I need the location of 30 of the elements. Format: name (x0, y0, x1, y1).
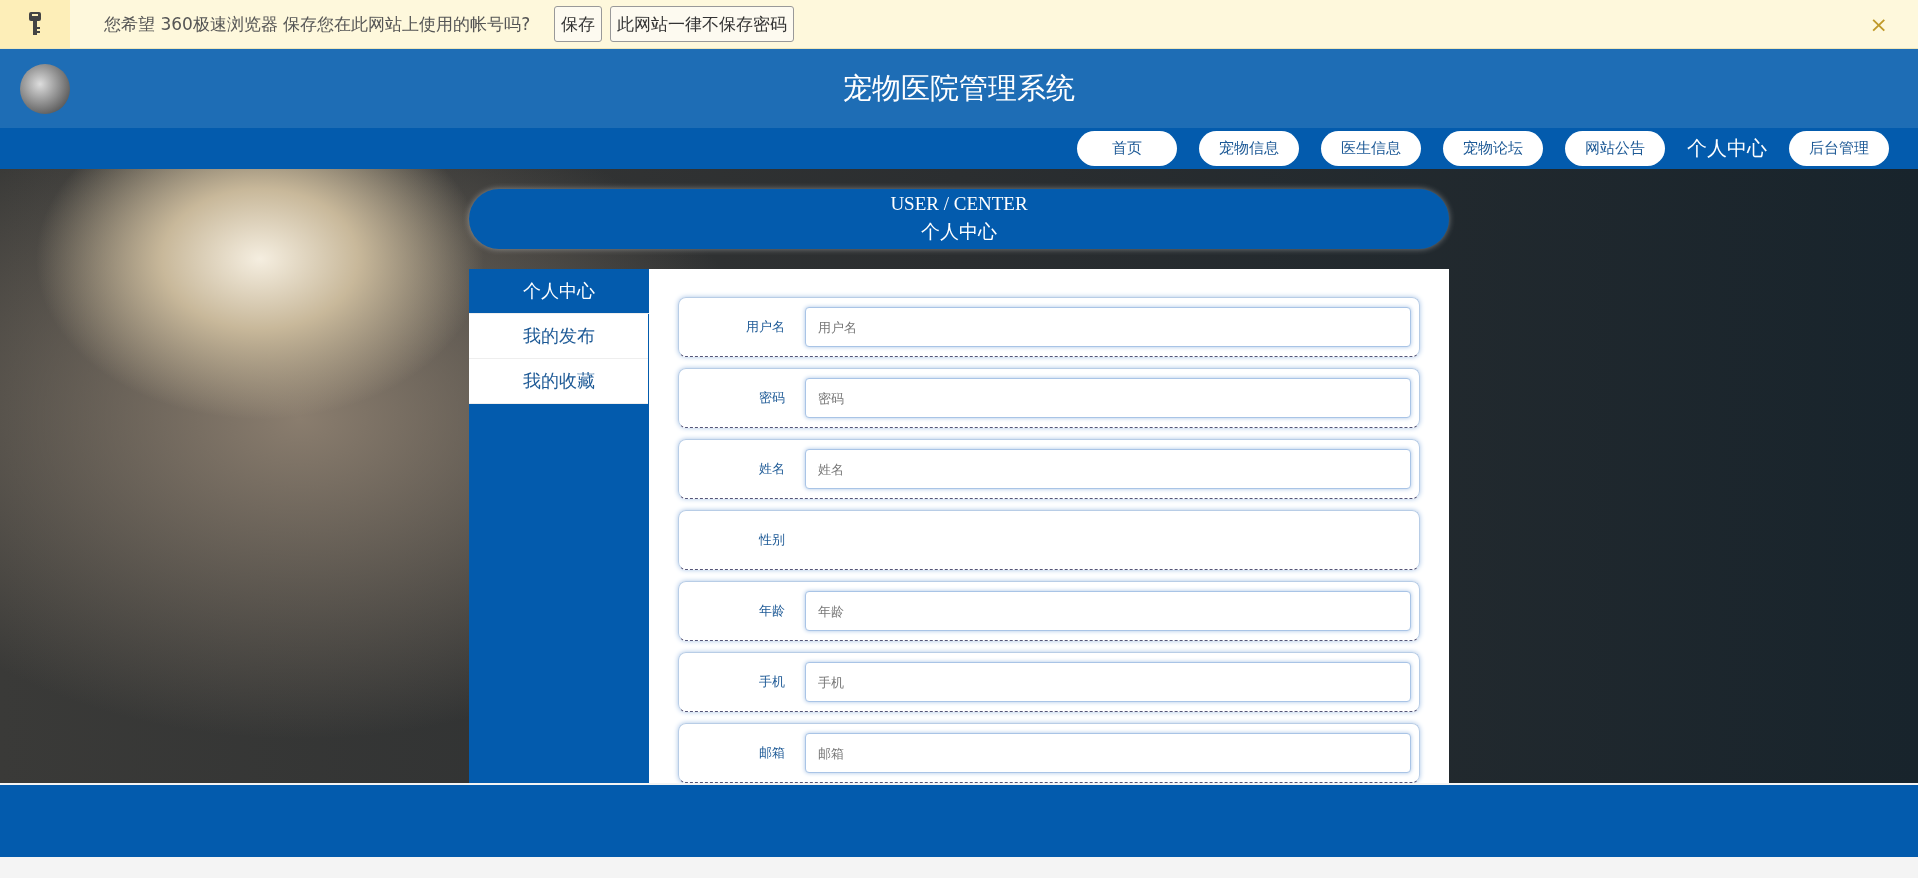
input-field[interactable]: 用户名 (805, 307, 1411, 347)
field-label: 密码 (758, 389, 785, 407)
field-label: 性别 (758, 531, 785, 549)
input-field[interactable]: 密码 (805, 378, 1411, 418)
field-label: 手机 (758, 673, 785, 691)
never-save-button[interactable]: 此网站一律不保存密码 (610, 6, 795, 42)
field-label: 姓名 (758, 460, 785, 478)
site-title: 宠物医院管理系统 (843, 69, 1075, 107)
save-prompt-text: 您希望 360极速浏览器 保存您在此网站上使用的帐号吗? (104, 12, 531, 36)
field-label: 邮箱 (758, 744, 785, 762)
key-icon (28, 11, 42, 37)
sidebar-item[interactable]: 我的收藏 (469, 359, 648, 404)
nav-link[interactable]: 网站公告 (1565, 131, 1665, 166)
logo-avatar (20, 64, 70, 114)
banner-subtitle: 个人中心 (921, 220, 997, 244)
nav-link[interactable]: 宠物论坛 (1443, 131, 1543, 166)
banner-title: USER / CENTER (890, 193, 1028, 215)
sidebar-item[interactable]: 我的发布 (469, 314, 648, 359)
save-button[interactable]: 保存 (554, 6, 603, 42)
nav-link[interactable]: 首页 (1077, 131, 1177, 166)
input-field[interactable]: 手机 (805, 662, 1411, 702)
nav-link[interactable]: 后台管理 (1789, 131, 1889, 166)
input-field[interactable]: 邮箱 (805, 733, 1411, 773)
nav-link[interactable]: 医生信息 (1321, 131, 1421, 166)
input-field[interactable]: 年龄 (805, 591, 1411, 631)
field-label: 用户名 (745, 318, 785, 336)
nav-link[interactable]: 个人中心 (1687, 131, 1767, 166)
field-label: 年龄 (758, 602, 785, 620)
input-field[interactable]: 姓名 (805, 449, 1411, 489)
nav-link[interactable]: 宠物信息 (1199, 131, 1299, 166)
